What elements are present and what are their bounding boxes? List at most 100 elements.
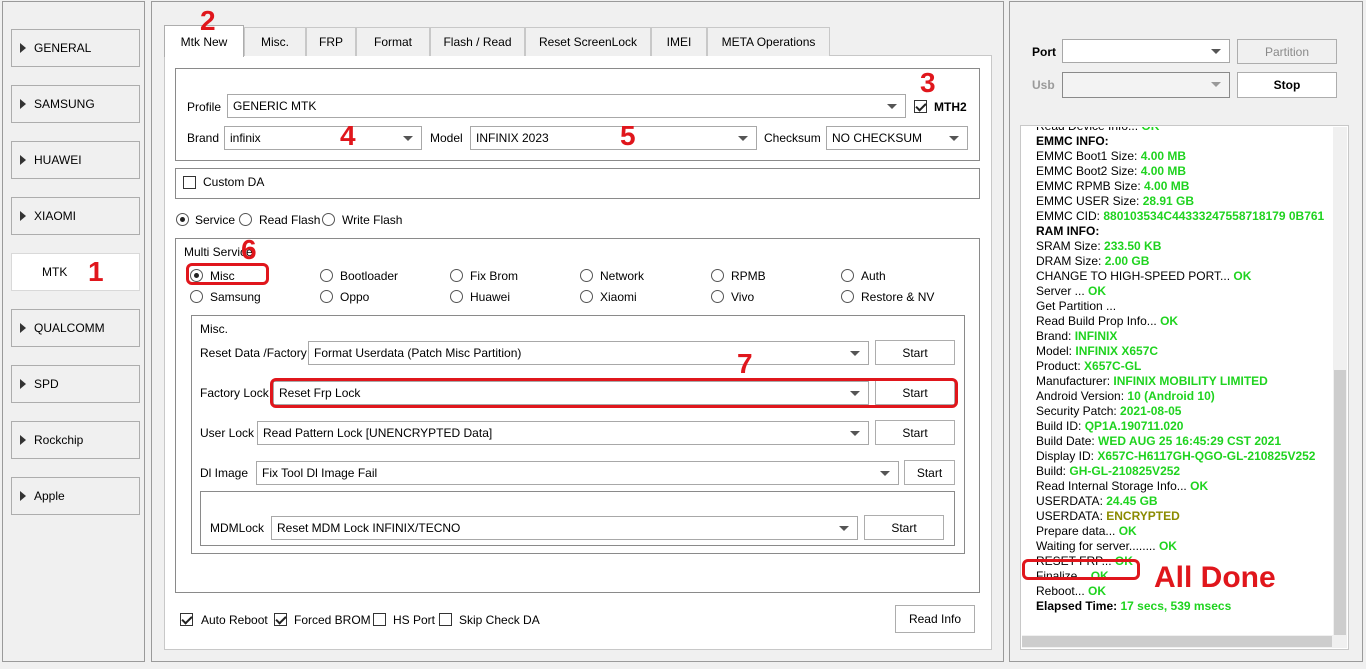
chevron-down-icon bbox=[887, 104, 897, 109]
read-info-button[interactable]: Read Info bbox=[895, 605, 975, 633]
log-segment: Read Build Prop Info... bbox=[1036, 314, 1161, 328]
chevron-down-icon bbox=[880, 471, 890, 476]
service-radio-auth[interactable] bbox=[841, 269, 854, 282]
sidebar-item-xiaomi[interactable]: XIAOMI bbox=[11, 197, 140, 235]
misc-title: Misc. bbox=[200, 322, 228, 336]
usb-select[interactable] bbox=[1062, 72, 1230, 98]
expand-triangle-icon bbox=[20, 491, 26, 501]
service-label-restore-nv: Restore & NV bbox=[861, 290, 935, 304]
service-radio-samsung[interactable] bbox=[190, 290, 203, 303]
port-select[interactable] bbox=[1062, 39, 1230, 63]
tab-frp[interactable]: FRP bbox=[306, 27, 356, 56]
sidebar-item-apple[interactable]: Apple bbox=[11, 477, 140, 515]
chevron-down-icon bbox=[403, 136, 413, 141]
sidebar-item-label: Apple bbox=[34, 489, 65, 503]
log-segment: EMMC CID: bbox=[1036, 209, 1104, 223]
sidebar-item-general[interactable]: GENERAL bbox=[11, 29, 140, 67]
log-segment: OK bbox=[1088, 284, 1107, 298]
tab-misc[interactable]: Misc. bbox=[244, 27, 306, 56]
log-vscrollbar-thumb[interactable] bbox=[1334, 370, 1346, 635]
log-line: Reboot... OK bbox=[1036, 584, 1106, 599]
stop-button[interactable]: Stop bbox=[1237, 72, 1337, 98]
service-radio-rpmb[interactable] bbox=[711, 269, 724, 282]
log-line: RAM INFO: bbox=[1036, 224, 1099, 239]
partition-button[interactable]: Partition bbox=[1237, 39, 1337, 64]
log-segment: Read Internal Storage Info... bbox=[1036, 479, 1191, 493]
log-segment: Build ID: bbox=[1036, 419, 1085, 433]
log-segment: EMMC Boot1 Size: bbox=[1036, 149, 1141, 163]
user-lock-start-button[interactable]: Start bbox=[875, 420, 955, 445]
mdm-lock-select[interactable]: Reset MDM Lock INFINIX/TECNO bbox=[271, 516, 858, 540]
mode-radio-read-flash[interactable] bbox=[239, 213, 252, 226]
tab-format[interactable]: Format bbox=[356, 27, 430, 56]
model-label: Model bbox=[430, 131, 463, 145]
dl-image-start-button[interactable]: Start bbox=[904, 460, 955, 485]
auto-reboot-checkbox[interactable] bbox=[180, 613, 193, 626]
log-segment: 2.00 GB bbox=[1104, 254, 1150, 268]
brand-select[interactable]: infinix bbox=[224, 126, 422, 150]
service-radio-vivo[interactable] bbox=[711, 290, 724, 303]
dl-image-label: Dl Image bbox=[200, 466, 249, 480]
log-segment: Build: bbox=[1036, 464, 1070, 478]
log-segment: Build Date: bbox=[1036, 434, 1099, 448]
expand-triangle-icon bbox=[20, 323, 26, 333]
hs-port-checkbox[interactable] bbox=[373, 613, 386, 626]
log-segment: OK bbox=[1141, 127, 1159, 133]
service-label-fix-brom: Fix Brom bbox=[470, 269, 518, 283]
user-lock-select[interactable]: Read Pattern Lock [UNENCRYPTED Data] bbox=[257, 421, 869, 445]
mode-radio-service[interactable] bbox=[176, 213, 189, 226]
sidebar-item-spd[interactable]: SPD bbox=[11, 365, 140, 403]
service-label-rpmb: RPMB bbox=[731, 269, 766, 283]
log-segment: DRAM Size: bbox=[1036, 254, 1105, 268]
expand-triangle-icon bbox=[20, 435, 26, 445]
sidebar-item-samsung[interactable]: SAMSUNG bbox=[11, 85, 140, 123]
forced-brom-checkbox[interactable] bbox=[274, 613, 287, 626]
log-segment: Elapsed Time: bbox=[1036, 599, 1121, 613]
custom-da-checkbox[interactable] bbox=[183, 176, 196, 189]
service-radio-oppo[interactable] bbox=[320, 290, 333, 303]
sidebar-item-qualcomm[interactable]: QUALCOMM bbox=[11, 309, 140, 347]
skip-check-da-label: Skip Check DA bbox=[459, 613, 540, 627]
factory-lock-label: Factory Lock bbox=[200, 386, 269, 400]
sidebar-item-rockchip[interactable]: Rockchip bbox=[11, 421, 140, 459]
log-segment: GH-GL-210825V252 bbox=[1069, 464, 1181, 478]
log-hscrollbar-thumb[interactable] bbox=[1022, 636, 1332, 647]
service-radio-fix-brom[interactable] bbox=[450, 269, 463, 282]
sidebar-item-label: QUALCOMM bbox=[34, 321, 105, 335]
log-segment: QP1A.190711.020 bbox=[1084, 419, 1184, 433]
mdm-lock-start-button[interactable]: Start bbox=[864, 515, 944, 540]
custom-da-label: Custom DA bbox=[203, 175, 265, 189]
mth2-checkbox[interactable] bbox=[914, 100, 927, 113]
service-radio-restore-nv[interactable] bbox=[841, 290, 854, 303]
log-line: Get Partition ... bbox=[1036, 299, 1116, 314]
profile-select[interactable]: GENERIC MTK bbox=[227, 94, 906, 118]
mode-radio-write-flash[interactable] bbox=[322, 213, 335, 226]
annotation-1: 1 bbox=[88, 256, 104, 287]
tab-reset-screenlock[interactable]: Reset ScreenLock bbox=[525, 27, 651, 56]
model-select[interactable]: INFINIX 2023 bbox=[470, 126, 757, 150]
log-segment: EMMC USER Size: bbox=[1036, 194, 1143, 208]
log-segment: X657C-H6117GH-QGO-GL-210825V252 bbox=[1097, 449, 1316, 463]
service-label-samsung: Samsung bbox=[210, 290, 261, 304]
log-segment: Manufacturer: bbox=[1036, 374, 1114, 388]
sidebar-item-huawei[interactable]: HUAWEI bbox=[11, 141, 140, 179]
log-segment: 233.50 KB bbox=[1104, 239, 1162, 253]
log-segment: INFINIX bbox=[1074, 329, 1118, 343]
log-segment: USERDATA: bbox=[1036, 494, 1107, 508]
log-segment: 17 secs, 539 msecs bbox=[1120, 599, 1232, 613]
service-radio-bootloader[interactable] bbox=[320, 269, 333, 282]
service-radio-xiaomi[interactable] bbox=[580, 290, 593, 303]
checksum-select[interactable]: NO CHECKSUM bbox=[826, 126, 968, 150]
reset-data-start-button[interactable]: Start bbox=[875, 340, 955, 365]
sidebar-item-mtk[interactable]: MTK bbox=[11, 253, 140, 291]
skip-check-da-checkbox[interactable] bbox=[439, 613, 452, 626]
service-radio-huawei[interactable] bbox=[450, 290, 463, 303]
dl-image-select[interactable]: Fix Tool Dl Image Fail bbox=[256, 461, 899, 485]
tab-meta-operations[interactable]: META Operations bbox=[707, 27, 830, 56]
tab-imei[interactable]: IMEI bbox=[651, 27, 707, 56]
tab-flash-read[interactable]: Flash / Read bbox=[430, 27, 525, 56]
log-segment: 880103534C44333247558718179 0B761 bbox=[1103, 209, 1325, 223]
log-segment: Display ID: bbox=[1036, 449, 1098, 463]
service-radio-network[interactable] bbox=[580, 269, 593, 282]
reset-data-select[interactable]: Format Userdata (Patch Misc Partition) bbox=[308, 341, 869, 365]
